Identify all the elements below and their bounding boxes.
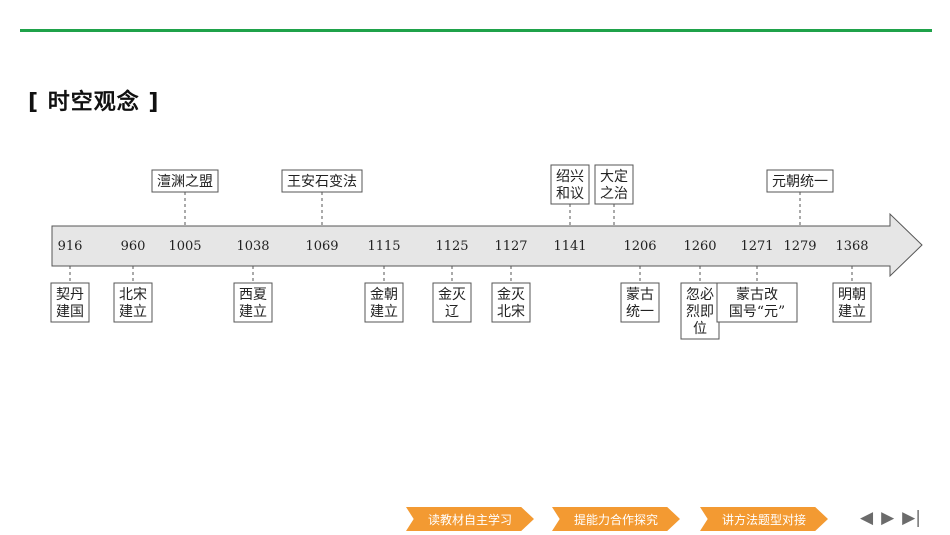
- event-label: 西夏: [239, 287, 267, 303]
- year-label: 1038: [236, 239, 269, 254]
- event-label: 位: [693, 321, 707, 337]
- timeline-diagram: 916 960 1005 1038 1069 1115 1125 1127 1141 1206 12…: [50, 164, 923, 340]
- event-label: 金朝: [370, 287, 398, 303]
- event-label: 明朝: [838, 287, 866, 303]
- event-label: 建国: [56, 304, 84, 320]
- year-label: 1368: [835, 239, 868, 254]
- year-label: 1206: [623, 239, 656, 254]
- nav-button-collaborate[interactable]: 提能力合作探究: [552, 507, 680, 531]
- event-label: 元朝统一: [772, 174, 828, 190]
- event-label: 建立: [239, 304, 267, 320]
- event-label: 北宋: [119, 287, 147, 303]
- event-label: 金灭: [438, 287, 466, 303]
- year-label: 1141: [553, 239, 586, 254]
- next-triangle-icon[interactable]: ▶: [881, 508, 894, 528]
- event-label: 之治: [600, 186, 628, 202]
- event-label: 王安石变法: [287, 174, 357, 190]
- year-label: 916: [58, 239, 83, 254]
- bottom-nav: 读教材自主学习 提能力合作探究 讲方法题型对接: [0, 507, 950, 531]
- event-label: 北宋: [497, 304, 525, 320]
- last-page-icon[interactable]: ▶|: [902, 508, 921, 528]
- year-label: 960: [121, 239, 146, 254]
- event-label: 忽必: [686, 287, 714, 303]
- nav-button-methods[interactable]: 讲方法题型对接: [700, 507, 828, 531]
- event-label: 国号“元”: [729, 304, 785, 320]
- event-label: 绍兴: [556, 169, 584, 185]
- event-label: 建立: [370, 304, 398, 320]
- event-label: 金灭: [497, 287, 525, 303]
- year-label: 1125: [435, 239, 468, 254]
- year-label: 1271: [740, 239, 773, 254]
- year-label: 1260: [683, 239, 716, 254]
- event-label: 和议: [556, 186, 584, 202]
- event-label: 蒙古: [626, 287, 654, 303]
- year-label: 1069: [305, 239, 338, 254]
- event-label: 大定: [600, 169, 628, 185]
- year-label: 1115: [367, 239, 400, 254]
- event-label: 统一: [626, 304, 654, 320]
- year-label: 1005: [168, 239, 201, 254]
- event-label: 蒙古改: [736, 287, 778, 303]
- prev-triangle-icon[interactable]: ◀: [860, 508, 873, 528]
- nav-button-read-textbook[interactable]: 读教材自主学习: [406, 507, 534, 531]
- event-label: 契丹: [56, 287, 84, 303]
- event-label: 辽: [445, 304, 459, 320]
- event-label: 建立: [838, 304, 866, 320]
- pager: ◀ ▶ ▶|: [860, 508, 921, 528]
- event-label: 烈即: [686, 304, 714, 320]
- year-label: 1279: [783, 239, 816, 254]
- year-label: 1127: [494, 239, 527, 254]
- event-label: 澶渊之盟: [157, 173, 213, 190]
- event-label: 建立: [119, 304, 147, 320]
